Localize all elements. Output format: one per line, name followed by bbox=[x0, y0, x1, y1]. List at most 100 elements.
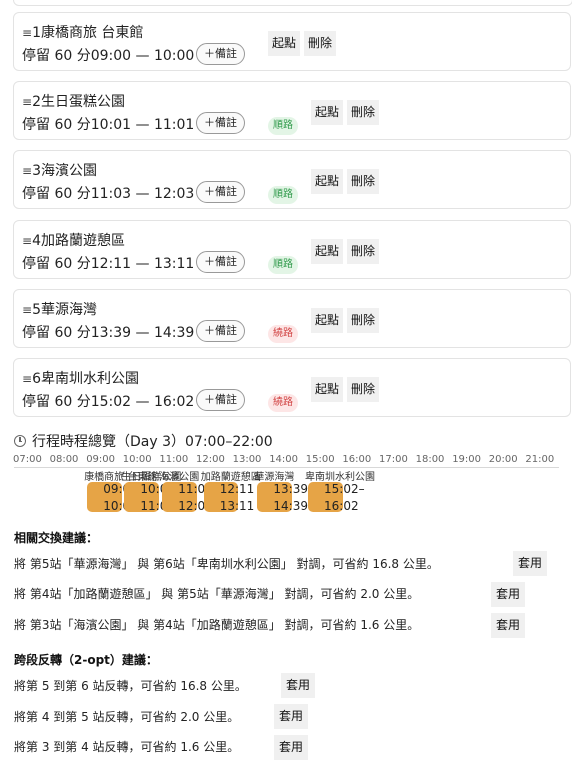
timeline-block-name: 加路蘭遊憩區 bbox=[200, 472, 261, 483]
apply-reverse-button[interactable]: 套用 bbox=[274, 704, 309, 729]
swap-suggestion-text: 將 第5站「華源海灣」 與 第6站「卑南圳水利公園」 對調，可省約 16.8 公… bbox=[14, 557, 439, 571]
timeline-tick-label: 18:00 bbox=[415, 454, 445, 465]
timeline-tick-label: 13:00 bbox=[232, 454, 262, 465]
set-start-button[interactable]: 起點 bbox=[311, 169, 344, 194]
delete-button[interactable]: 刪除 bbox=[347, 239, 380, 264]
timeline-block-start: 13:39 bbox=[273, 482, 308, 496]
two-opt-suggestion-text: 將第 3 到第 4 站反轉，可省約 1.6 公里。 bbox=[14, 740, 240, 754]
stop-schedule: 停留 60 分12:11 — 13:11 bbox=[22, 253, 194, 273]
timeline-block-end: 16:02 bbox=[324, 499, 359, 513]
stop-title: ≡4加路蘭遊憩區 bbox=[22, 230, 125, 250]
add-memo-button[interactable]: ＋備註 bbox=[196, 389, 245, 411]
stop-index: 6 bbox=[32, 371, 41, 387]
stop-card[interactable]: ≡5華源海灣 停留 60 分13:39 — 14:39 ＋備註 繞路 起點 刪除 bbox=[13, 289, 571, 348]
drag-handle-icon[interactable]: ≡ bbox=[22, 372, 32, 386]
stop-name: 康橋商旅 台東館 bbox=[40, 25, 144, 41]
swap-suggestion-text: 將 第3站「海濱公園」 與 第4站「加路蘭遊憩區」 對調，可省約 1.6 公里。 bbox=[14, 618, 420, 632]
timeline-tick-label: 15:00 bbox=[305, 454, 335, 465]
add-memo-button[interactable]: ＋備註 bbox=[196, 181, 245, 203]
timeline-tick-label: 08:00 bbox=[49, 454, 79, 465]
add-memo-button[interactable]: ＋備註 bbox=[196, 43, 245, 65]
timeline-block-start: 12:11 bbox=[219, 482, 255, 496]
stop-index: 4 bbox=[32, 233, 41, 249]
stop-index: 1 bbox=[32, 25, 41, 41]
previous-card-edge bbox=[13, 0, 572, 6]
drag-handle-icon[interactable]: ≡ bbox=[22, 26, 32, 40]
stop-stay: 停留 60 分 bbox=[22, 394, 91, 410]
timeline-tick-label: 17:00 bbox=[379, 454, 408, 465]
stop-stay: 停留 60 分 bbox=[22, 186, 91, 202]
route-status-badge: 順路 bbox=[268, 256, 298, 274]
stop-stay: 停留 60 分 bbox=[22, 325, 91, 341]
itinerary-page: ≡1康橋商旅 台東館 停留 60 分09:00 — 10:00 ＋備註 起點 刪… bbox=[0, 0, 572, 775]
stop-schedule: 停留 60 分09:00 — 10:00 bbox=[22, 45, 194, 65]
timeline-tick-label: 10:00 bbox=[122, 454, 152, 465]
drag-handle-icon[interactable]: ≡ bbox=[22, 234, 32, 248]
apply-swap-button[interactable]: 套用 bbox=[491, 582, 526, 607]
stop-schedule: 停留 60 分15:02 — 16:02 bbox=[22, 391, 194, 411]
timeline-block-name: 華源海灣 bbox=[254, 472, 295, 483]
set-start-button[interactable]: 起點 bbox=[311, 239, 344, 264]
timeline-tick-label: 12:00 bbox=[196, 454, 225, 465]
stop-time-range: 10:01 — 11:01 bbox=[90, 117, 195, 133]
stop-title: ≡1康橋商旅 台東館 bbox=[22, 22, 143, 42]
drag-handle-icon[interactable]: ≡ bbox=[22, 164, 32, 178]
stop-name: 卑南圳水利公園 bbox=[40, 371, 139, 387]
delete-button[interactable]: 刪除 bbox=[347, 308, 380, 333]
stop-index: 2 bbox=[32, 94, 41, 110]
delete-button[interactable]: 刪除 bbox=[347, 377, 380, 402]
set-start-button[interactable]: 起點 bbox=[311, 377, 344, 402]
timeline-block-start: 11:0 bbox=[178, 482, 206, 496]
stop-card[interactable]: ≡4加路蘭遊憩區 停留 60 分12:11 — 13:11 ＋備註 順路 起點 … bbox=[13, 220, 571, 279]
delete-button[interactable]: 刪除 bbox=[304, 31, 337, 56]
route-status-badge: 繞路 bbox=[268, 394, 298, 412]
stop-name: 海濱公園 bbox=[40, 163, 97, 179]
route-status-badge: 繞路 bbox=[268, 325, 298, 343]
timeline-tick-label: 20:00 bbox=[488, 454, 518, 465]
timeline-title: 行程時程總覽（Day 3）07:00–22:00 bbox=[14, 431, 273, 451]
stop-time-range: 09:00 — 10:00 bbox=[90, 48, 195, 64]
delete-button[interactable]: 刪除 bbox=[347, 100, 380, 125]
two-opt-suggestion-text: 將第 5 到第 6 站反轉，可省約 16.8 公里。 bbox=[14, 679, 247, 693]
add-memo-button[interactable]: ＋備註 bbox=[196, 251, 245, 273]
set-start-button[interactable]: 起點 bbox=[311, 100, 344, 125]
timeline-tick-label: 07:00 bbox=[13, 454, 42, 465]
set-start-button[interactable]: 起點 bbox=[311, 308, 344, 333]
stop-schedule: 停留 60 分11:03 — 12:03 bbox=[22, 183, 194, 203]
stop-index: 5 bbox=[32, 302, 41, 318]
clock-icon bbox=[14, 435, 26, 447]
stop-stay: 停留 60 分 bbox=[22, 256, 91, 272]
route-status-badge: 順路 bbox=[268, 186, 298, 204]
stop-time-range: 15:02 — 16:02 bbox=[90, 394, 195, 410]
stop-time-range: 13:39 — 14:39 bbox=[90, 325, 195, 341]
drag-handle-icon[interactable]: ≡ bbox=[22, 95, 32, 109]
timeline-tick-label: 09:00 bbox=[86, 454, 116, 465]
add-memo-button[interactable]: ＋備註 bbox=[196, 320, 245, 342]
two-opt-title: 跨段反轉（2-opt）建議： bbox=[14, 653, 158, 667]
stop-card[interactable]: ≡1康橋商旅 台東館 停留 60 分09:00 — 10:00 ＋備註 起點 刪… bbox=[13, 12, 571, 71]
route-status-badge: 順路 bbox=[268, 117, 298, 135]
drag-handle-icon[interactable]: ≡ bbox=[22, 303, 32, 317]
stop-card[interactable]: ≡2生日蛋糕公園 停留 60 分10:01 — 11:01 ＋備註 順路 起點 … bbox=[13, 81, 571, 140]
add-memo-button[interactable]: ＋備註 bbox=[196, 112, 245, 134]
timeline-title-text: 行程時程總覽（Day 3）07:00–22:00 bbox=[32, 434, 273, 450]
stop-stay: 停留 60 分 bbox=[22, 117, 91, 133]
delete-button[interactable]: 刪除 bbox=[347, 169, 380, 194]
stop-card[interactable]: ≡6卑南圳水利公園 停留 60 分15:02 — 16:02 ＋備註 繞路 起點… bbox=[13, 358, 571, 417]
stop-stay: 停留 60 分 bbox=[22, 48, 91, 64]
stop-time-range: 11:03 — 12:03 bbox=[90, 186, 195, 202]
two-opt-suggestion-text: 將第 4 到第 5 站反轉，可省約 2.0 公里。 bbox=[14, 710, 240, 724]
stop-title: ≡3海濱公園 bbox=[22, 160, 97, 180]
apply-swap-button[interactable]: 套用 bbox=[491, 613, 526, 638]
timeline-block-end: 14:39 bbox=[273, 499, 308, 513]
swap-suggestion-text: 將 第4站「加路蘭遊憩區」 與 第5站「華源海灣」 對調，可省約 2.0 公里。 bbox=[14, 587, 420, 601]
stop-schedule: 停留 60 分13:39 — 14:39 bbox=[22, 322, 194, 342]
set-start-button[interactable]: 起點 bbox=[268, 31, 301, 56]
stop-card[interactable]: ≡3海濱公園 停留 60 分11:03 — 12:03 ＋備註 順路 起點 刪除 bbox=[13, 150, 571, 209]
stop-name: 加路蘭遊憩區 bbox=[40, 233, 125, 249]
apply-reverse-button[interactable]: 套用 bbox=[274, 735, 309, 760]
apply-reverse-button[interactable]: 套用 bbox=[281, 673, 316, 698]
stop-title: ≡2生日蛋糕公園 bbox=[22, 91, 125, 111]
timeline-block-start: 15:02– bbox=[324, 482, 365, 496]
apply-swap-button[interactable]: 套用 bbox=[513, 551, 548, 576]
